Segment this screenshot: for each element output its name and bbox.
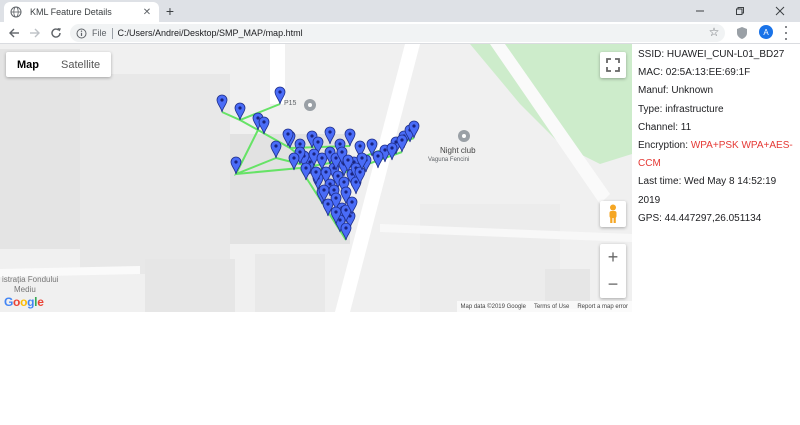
scheme-label: File xyxy=(92,28,107,38)
restore-icon[interactable] xyxy=(720,0,760,22)
info-icon[interactable] xyxy=(76,28,87,39)
map-type-satellite-button[interactable]: Satellite xyxy=(50,52,111,77)
bookmark-star-icon[interactable]: ☆ xyxy=(707,25,721,39)
map-attribution: Map data ©2019 Google Terms of Use Repor… xyxy=(456,301,632,312)
building-block xyxy=(0,49,80,249)
reload-icon[interactable] xyxy=(48,25,64,41)
pegman-icon xyxy=(609,204,617,223)
close-tab-icon[interactable]: ✕ xyxy=(141,7,153,18)
street-view-pegman-button[interactable] xyxy=(600,201,626,227)
zoom-control: + − xyxy=(600,244,626,298)
google-logo: Google xyxy=(4,295,44,309)
map-label-mediu: Mediu xyxy=(14,285,36,294)
map-label-administratia: istrația Fondului xyxy=(2,275,59,284)
last-time-year: 2019 xyxy=(638,194,661,206)
ssid-line: SSID: HUAWEI_CUN-L01_BD27 xyxy=(638,49,785,60)
address-bar[interactable]: File C:/Users/Andrei/Desktop/SMP_MAP/map… xyxy=(70,24,725,42)
new-tab-icon[interactable]: + xyxy=(162,3,178,19)
menu-dots-icon[interactable] xyxy=(783,26,789,40)
encryption-label: Encryption: xyxy=(638,140,691,152)
shield-extension-icon[interactable] xyxy=(736,26,748,40)
channel-line: Channel: 11 xyxy=(638,121,692,133)
map-label-vaguna: Vaguna Fencini xyxy=(428,157,470,163)
building-block xyxy=(80,74,230,274)
map-tiles xyxy=(0,44,632,312)
map-marker-pin[interactable] xyxy=(396,134,408,153)
manuf-line: Manuf: Unknown xyxy=(638,85,714,97)
feature-details-panel: SSID: HUAWEI_CUN-L01_BD27 MAC: 02:5A:13:… xyxy=(638,46,798,228)
report-map-error-link[interactable]: Report a map error xyxy=(577,304,628,310)
tab-strip: KML Feature Details ✕ + xyxy=(0,0,800,22)
building-block xyxy=(420,204,560,312)
fullscreen-icon xyxy=(606,58,620,72)
minimize-icon[interactable] xyxy=(680,0,720,22)
map-label-p15: P15 xyxy=(284,100,297,107)
scheme-separator xyxy=(111,27,113,39)
close-window-icon[interactable] xyxy=(760,0,800,22)
profile-avatar[interactable]: A xyxy=(759,25,773,39)
tab-title: KML Feature Details xyxy=(30,7,112,17)
zoom-out-button[interactable]: − xyxy=(600,271,626,298)
map-type-map-button[interactable]: Map xyxy=(6,52,50,77)
map-type-control: Map Satellite xyxy=(6,52,112,77)
map-data-text: Map data ©2019 Google xyxy=(460,303,526,310)
fullscreen-button[interactable] xyxy=(600,52,626,78)
zoom-in-button[interactable]: + xyxy=(600,244,626,271)
globe-icon xyxy=(10,6,22,18)
p15-poi-icon xyxy=(304,99,316,111)
browser-tab[interactable]: KML Feature Details ✕ xyxy=(4,2,159,22)
last-time-line: Last time: Wed May 8 14:52:19 xyxy=(638,176,777,188)
type-line: Type: infrastructure xyxy=(638,103,724,115)
gps-line: GPS: 44.447297,26.051134 xyxy=(638,212,762,224)
map-label-night-club: Night club xyxy=(440,146,476,155)
building-block xyxy=(145,259,235,312)
night-club-poi-icon xyxy=(458,130,470,142)
encryption-line: Encryption: WPA+PSK WPA+AES- xyxy=(638,137,798,155)
track-line xyxy=(221,103,281,122)
terms-of-use-link[interactable]: Terms of Use xyxy=(534,304,569,310)
encryption-value: WPA+PSK WPA+AES- xyxy=(690,140,793,152)
map-canvas[interactable]: P15 Night club Vaguna Fencini istrația F… xyxy=(0,44,632,312)
encryption-value-cont: CCM xyxy=(638,158,661,170)
url-text: C:/Users/Andrei/Desktop/SMP_MAP/map.html xyxy=(117,28,303,38)
mac-line: MAC: 02:5A:13:EE:69:1F xyxy=(638,67,751,79)
browser-toolbar: File C:/Users/Andrei/Desktop/SMP_MAP/map… xyxy=(0,22,800,44)
back-icon[interactable] xyxy=(6,25,22,41)
forward-icon[interactable] xyxy=(27,25,43,41)
building-block xyxy=(255,254,325,312)
